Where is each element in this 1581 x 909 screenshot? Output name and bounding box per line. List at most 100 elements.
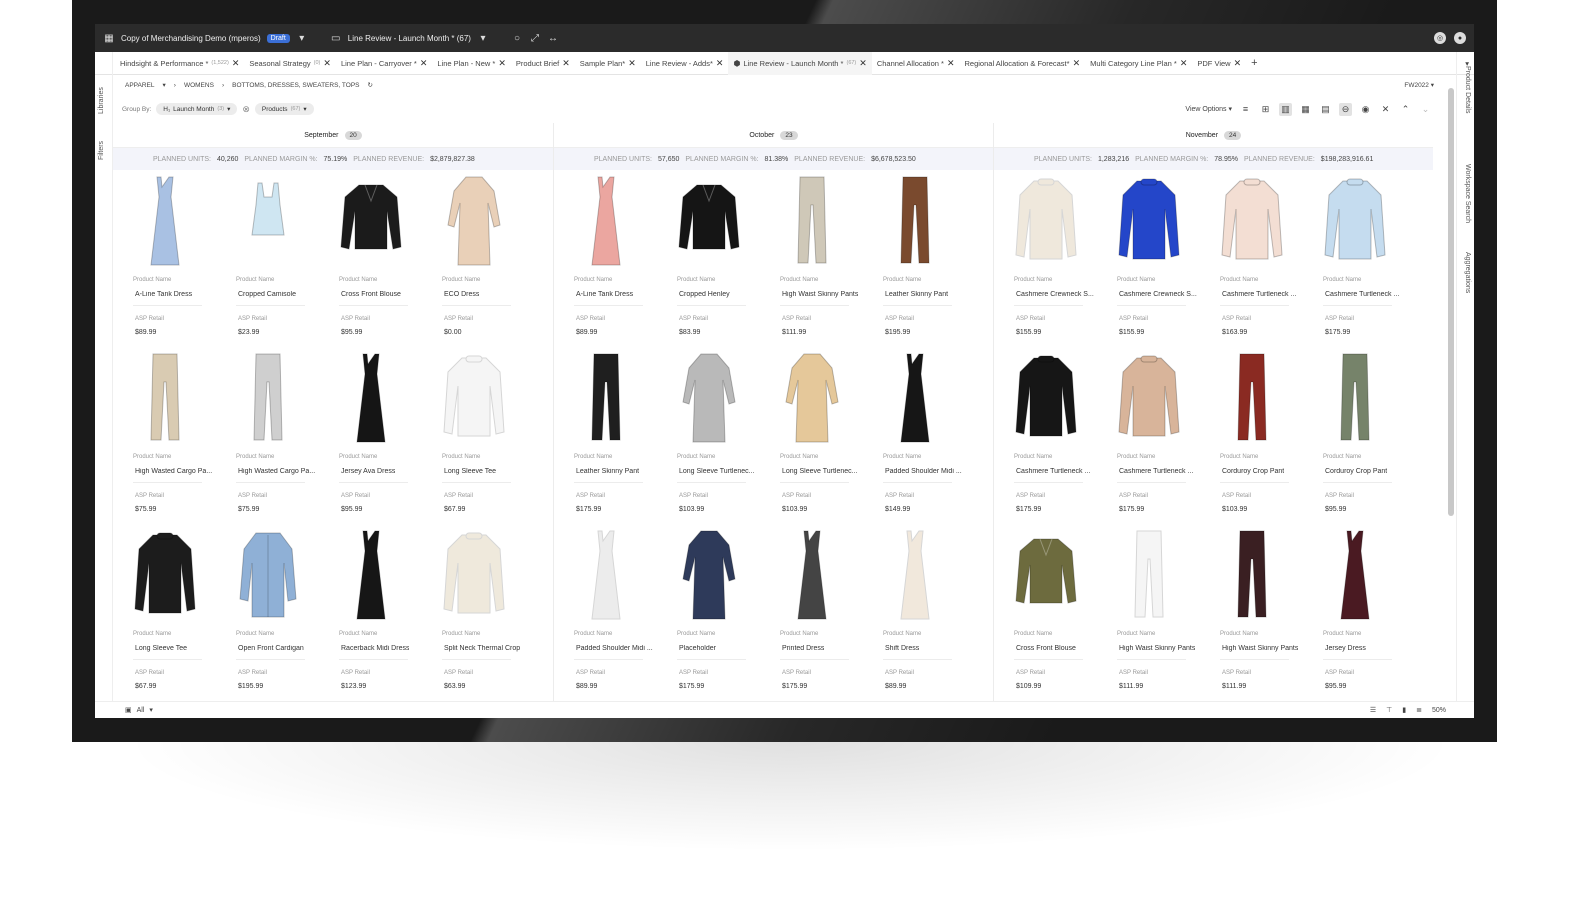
- product-name[interactable]: Cashmere Crewneck S...: [1016, 291, 1094, 298]
- product-name[interactable]: Long Sleeve Tee: [135, 645, 187, 652]
- product-card[interactable]: Product Name High Waist Skinny Pants ASP R…: [760, 170, 863, 347]
- product-card[interactable]: Product Name Printed Dress ASP Retail $175.…: [760, 524, 863, 701]
- vr-icon[interactable]: ◎: [1434, 32, 1446, 44]
- product-image[interactable]: [1303, 175, 1406, 267]
- product-image[interactable]: [657, 352, 760, 444]
- close-icon[interactable]: ✕: [947, 58, 955, 69]
- card-layout-icon[interactable]: ▮: [1402, 706, 1406, 714]
- launch-month-chip[interactable]: H₁ Launch Month (3) ▾: [156, 103, 238, 115]
- product-card[interactable]: Product Name High Wasted Cargo Pa... ASP R…: [113, 347, 216, 524]
- product-image[interactable]: [1200, 352, 1303, 444]
- product-name[interactable]: Placeholder: [679, 645, 716, 652]
- product-image[interactable]: [554, 175, 657, 267]
- product-card[interactable]: Product Name Placeholder ASP Retail $175.99: [657, 524, 760, 701]
- product-image[interactable]: [319, 175, 422, 267]
- asp-retail-value[interactable]: $175.99: [1325, 329, 1350, 336]
- tab-10[interactable]: Multi Category Line Plan * ✕: [1085, 52, 1192, 75]
- asp-retail-value[interactable]: $95.99: [341, 329, 362, 336]
- product-name[interactable]: High Wasted Cargo Pa...: [135, 468, 212, 475]
- eye-icon[interactable]: ◉: [1359, 103, 1372, 116]
- asp-retail-value[interactable]: $123.99: [341, 683, 366, 690]
- asp-retail-value[interactable]: $149.99: [885, 506, 910, 513]
- product-name[interactable]: Cropped Henley: [679, 291, 730, 298]
- product-card[interactable]: Product Name High Waist Skinny Pants ASP R…: [1097, 524, 1200, 701]
- close-icon[interactable]: ✕: [628, 58, 636, 69]
- product-image[interactable]: [994, 175, 1097, 267]
- product-image[interactable]: [554, 352, 657, 444]
- asp-retail-value[interactable]: $175.99: [576, 506, 601, 513]
- product-card[interactable]: Product Name High Waist Skinny Pants ASP R…: [1200, 524, 1303, 701]
- workspace-name[interactable]: Copy of Merchandising Demo (mperos): [121, 34, 261, 43]
- product-name[interactable]: Cross Front Blouse: [1016, 645, 1076, 652]
- month-name[interactable]: November: [1186, 132, 1218, 139]
- product-name[interactable]: High Waist Skinny Pants: [1119, 645, 1195, 652]
- tab-9[interactable]: Regional Allocation & Forecast* ✕: [960, 52, 1086, 75]
- product-card[interactable]: Product Name Jersey Dress ASP Retail $95.99: [1303, 524, 1406, 701]
- product-image[interactable]: [319, 529, 422, 621]
- close-icon[interactable]: ✕: [716, 58, 724, 69]
- product-name[interactable]: Long Sleeve Turtlenec...: [679, 468, 755, 475]
- asp-retail-value[interactable]: $111.99: [1119, 683, 1143, 690]
- close-icon[interactable]: ✕: [498, 58, 506, 69]
- asp-retail-value[interactable]: $111.99: [1222, 683, 1246, 690]
- product-image[interactable]: [319, 352, 422, 444]
- asp-retail-value[interactable]: $89.99: [576, 329, 597, 336]
- products-chip[interactable]: Products (67) ▾: [254, 103, 314, 115]
- product-name[interactable]: Leather Skinny Pant: [576, 468, 639, 475]
- tab-8[interactable]: Channel Allocation * ✕: [872, 52, 960, 75]
- month-name[interactable]: September: [304, 132, 338, 139]
- product-image[interactable]: [994, 352, 1097, 444]
- asp-retail-value[interactable]: $155.99: [1016, 329, 1041, 336]
- refresh-icon[interactable]: ↻: [368, 81, 373, 89]
- product-card[interactable]: Product Name Cropped Henley ASP Retail $83.…: [657, 170, 760, 347]
- product-card[interactable]: Product Name Cashmere Turtleneck ... ASP R…: [1303, 170, 1406, 347]
- product-card[interactable]: Product Name A-Line Tank Dress ASP Retail $…: [113, 170, 216, 347]
- filters-rail-tab[interactable]: Filters: [98, 141, 105, 160]
- asp-retail-value[interactable]: $163.99: [1222, 329, 1247, 336]
- tab-2[interactable]: Line Plan - Carryover * ✕: [336, 52, 432, 75]
- product-name[interactable]: A-Line Tank Dress: [135, 291, 192, 298]
- product-image[interactable]: [422, 352, 525, 444]
- asp-retail-value[interactable]: $67.99: [135, 683, 156, 690]
- expand-down-icon[interactable]: ⌄: [1419, 103, 1432, 116]
- add-tab-icon[interactable]: +: [1246, 52, 1262, 75]
- chevron-down-icon[interactable]: ▾: [149, 706, 153, 714]
- asp-retail-value[interactable]: $95.99: [1325, 683, 1346, 690]
- asp-retail-value[interactable]: $175.99: [1016, 506, 1041, 513]
- tab-11[interactable]: PDF View ✕: [1192, 52, 1246, 75]
- product-name[interactable]: Cropped Camisole: [238, 291, 296, 298]
- product-card[interactable]: Product Name Cashmere Turtleneck ... ASP R…: [1200, 170, 1303, 347]
- asp-retail-value[interactable]: $195.99: [885, 329, 910, 336]
- product-name[interactable]: Leather Skinny Pant: [885, 291, 948, 298]
- zoom-level[interactable]: 50%: [1432, 707, 1446, 714]
- product-details-rail-tab[interactable]: Product Details: [1464, 66, 1471, 113]
- product-image[interactable]: [1303, 352, 1406, 444]
- asp-retail-value[interactable]: $175.99: [1119, 506, 1144, 513]
- product-name[interactable]: Cashmere Crewneck S...: [1119, 291, 1197, 298]
- product-card[interactable]: Product Name A-Line Tank Dress ASP Retail $…: [554, 170, 657, 347]
- asp-retail-value[interactable]: $75.99: [135, 506, 156, 513]
- align-center-icon[interactable]: ☰: [1370, 706, 1376, 714]
- product-image[interactable]: [113, 352, 216, 444]
- product-card[interactable]: Product Name Open Front Cardigan ASP Retai…: [216, 524, 319, 701]
- tab-5[interactable]: Sample Plan* ✕: [575, 52, 641, 75]
- product-name[interactable]: Cashmere Turtleneck ...: [1222, 291, 1296, 298]
- sort-icon[interactable]: ≡: [1239, 103, 1252, 116]
- breadcrumb-categories[interactable]: BOTTOMS, DRESSES, SWEATERS, TOPS: [232, 82, 359, 89]
- product-card[interactable]: Product Name Corduroy Crop Pant ASP Retail…: [1303, 347, 1406, 524]
- product-name[interactable]: Cashmere Turtleneck ...: [1325, 291, 1399, 298]
- product-name[interactable]: A-Line Tank Dress: [576, 291, 633, 298]
- close-icon[interactable]: ✕: [1234, 58, 1242, 69]
- product-name[interactable]: Cross Front Blouse: [341, 291, 401, 298]
- clear-group-icon[interactable]: ⊗: [242, 104, 250, 115]
- product-image[interactable]: [1097, 529, 1200, 621]
- product-name[interactable]: Padded Shoulder Midi ...: [576, 645, 653, 652]
- product-card[interactable]: Product Name Racerback Midi Dress ASP Reta…: [319, 524, 422, 701]
- asp-retail-value[interactable]: $155.99: [1119, 329, 1144, 336]
- product-image[interactable]: [1097, 175, 1200, 267]
- asp-retail-value[interactable]: $111.99: [782, 329, 806, 336]
- tab-7[interactable]: ⬢ Line Review - Launch Month * (67) ✕: [728, 51, 872, 75]
- asp-retail-value[interactable]: $103.99: [782, 506, 807, 513]
- fit-width-icon[interactable]: ↔: [547, 32, 559, 44]
- product-card[interactable]: Product Name Leather Skinny Pant ASP Retai…: [554, 347, 657, 524]
